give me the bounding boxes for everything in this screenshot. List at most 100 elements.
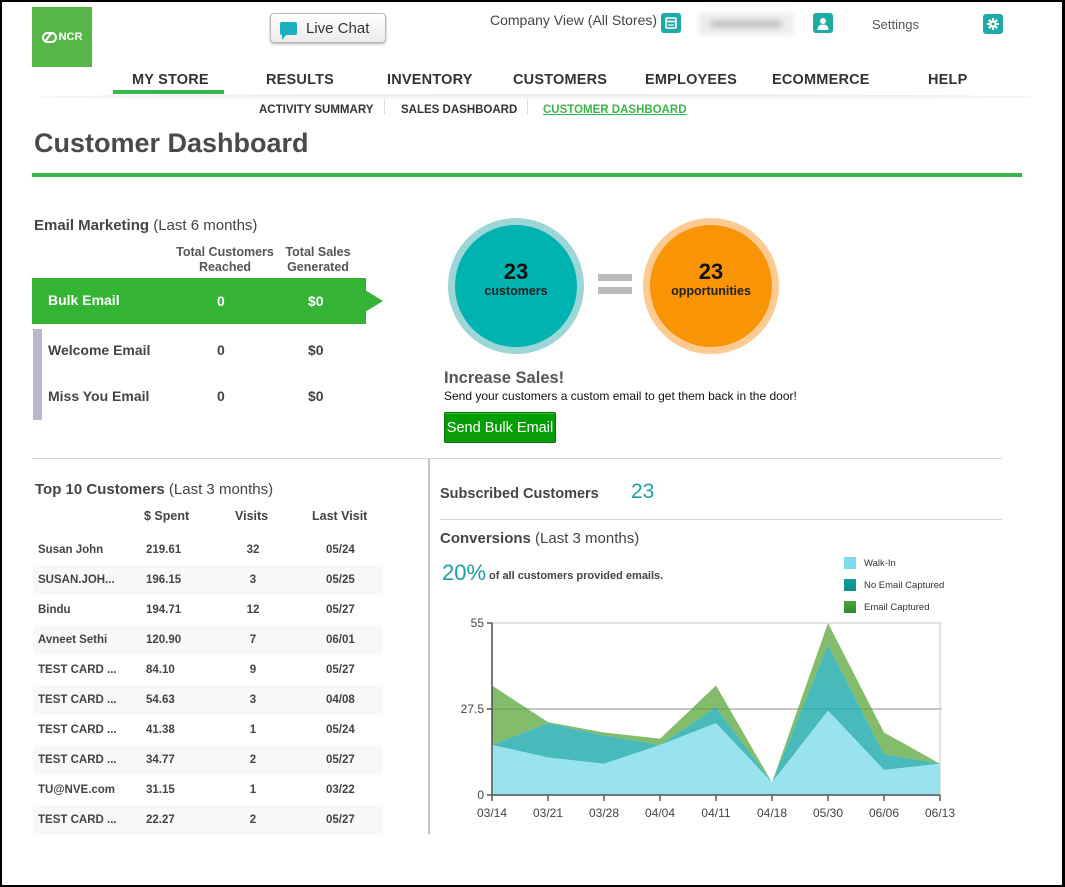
customer-name: TEST CARD ... — [38, 754, 117, 766]
table-row[interactable]: TEST CARD ... 54.63 3 04/08 — [33, 685, 383, 715]
customer-last-visit: 05/27 — [326, 664, 355, 676]
y-tick-label: 55 — [471, 616, 485, 630]
customer-last-visit: 03/22 — [326, 784, 355, 796]
x-tick-label: 06/06 — [869, 806, 899, 820]
user-icon[interactable] — [813, 13, 833, 33]
table-row[interactable]: TEST CARD ... 22.27 2 05/27 — [33, 805, 383, 835]
x-tick-label: 04/11 — [701, 806, 730, 820]
company-view-selector[interactable]: Company View (All Stores) — [490, 12, 657, 28]
customer-name: Avneet Sethi — [38, 634, 108, 646]
customers-count: 23 — [503, 259, 529, 284]
user-name-redacted[interactable] — [699, 13, 794, 35]
y-tick-label: 0 — [477, 788, 484, 802]
legend-item-no-email[interactable]: No Email Captured — [844, 579, 944, 591]
table-row[interactable]: TU@NVE.com 31.15 1 03/22 — [33, 775, 383, 805]
opportunities-circle: 23 opportunities — [643, 218, 779, 354]
col-header-reached: Total Customers Reached — [172, 245, 278, 275]
col-header-visits[interactable]: Visits — [235, 509, 268, 523]
nav-help[interactable]: HELP — [928, 72, 967, 88]
legend-label: No Email Captured — [864, 579, 945, 591]
col-header-reached-line1: Total Customers — [176, 245, 274, 259]
customer-last-visit: 05/27 — [326, 814, 355, 826]
nav-inventory[interactable]: INVENTORY — [387, 72, 473, 88]
nav-customers[interactable]: CUSTOMERS — [513, 72, 607, 88]
conversions-period: (Last 3 months) — [535, 530, 640, 547]
table-row[interactable]: TEST CARD ... 84.10 9 05/27 — [33, 655, 383, 685]
customer-last-visit: 06/01 — [326, 634, 355, 646]
equals-sign-top — [598, 274, 632, 281]
conversions-title: Conversions — [440, 530, 531, 547]
page-title: Customer Dashboard — [34, 128, 309, 158]
col-header-sales-line1: Total Sales — [285, 245, 351, 259]
subscribed-customers-count: 23 — [631, 480, 655, 503]
customer-spent: 196.15 — [146, 574, 182, 586]
email-percent-text: of all customers provided emails. — [489, 570, 664, 582]
customer-name: TU@NVE.com — [38, 784, 116, 796]
x-tick-label: 03/28 — [589, 806, 619, 820]
customer-last-visit: 05/24 — [326, 544, 355, 556]
increase-sales-text: Send your customers a custom email to ge… — [444, 389, 797, 403]
customer-spent: 41.38 — [146, 724, 175, 736]
nav-ecommerce[interactable]: ECOMMERCE — [772, 72, 870, 88]
nav-active-indicator — [113, 90, 224, 94]
selected-arrow-indicator — [365, 290, 383, 312]
customer-name: TEST CARD ... — [38, 664, 117, 676]
customer-last-visit: 05/27 — [326, 754, 355, 766]
store-icon[interactable] — [661, 13, 681, 33]
chat-bubble-icon — [280, 21, 297, 40]
subnav-activity-summary[interactable]: ACTIVITY SUMMARY — [259, 104, 373, 116]
legend-label: Walk-In — [864, 557, 896, 569]
table-row[interactable]: Bindu 194.71 12 05/27 — [33, 595, 383, 625]
equals-sign-bottom — [598, 287, 632, 294]
email-marketing-period: (Last 6 months) — [153, 217, 258, 234]
ncr-logo-icon — [41, 31, 57, 43]
legend-swatch — [844, 579, 856, 591]
customer-spent: 34.77 — [146, 754, 175, 766]
legend-item-walk-in[interactable]: Walk-In — [844, 557, 944, 569]
customer-spent: 120.90 — [146, 634, 182, 646]
col-header-spent[interactable]: $ Spent — [144, 509, 189, 523]
y-tick-label: 27.5 — [461, 702, 485, 716]
col-header-sales-line2: Generated — [287, 260, 349, 274]
x-tick-label: 03/14 — [477, 806, 507, 820]
table-row[interactable]: TEST CARD ... 41.38 1 05/24 — [33, 715, 383, 745]
col-header-reached-line2: Reached — [198, 260, 252, 274]
settings-link[interactable]: Settings — [872, 17, 919, 32]
x-tick-label: 04/04 — [645, 806, 675, 820]
table-row[interactable]: TEST CARD ... 34.77 2 05/27 — [33, 745, 383, 775]
email-row-sales: $0 — [308, 293, 324, 309]
conversions-chart: 0 27.5 55 03/14 03/21 03/28 04/04 04/11 04/18 05/… — [461, 616, 956, 820]
legend-swatch — [844, 557, 856, 569]
nav-my-store[interactable]: MY STORE — [132, 72, 209, 88]
x-tick-label: 05/30 — [813, 806, 843, 820]
email-row-sales: $0 — [308, 388, 324, 404]
email-row-name: Miss You Email — [48, 388, 150, 404]
customer-name: TEST CARD ... — [38, 814, 117, 826]
customer-name: Bindu — [38, 604, 71, 616]
live-chat-button[interactable]: Live Chat — [270, 13, 386, 43]
email-row-reached: 0 — [217, 342, 225, 358]
opportunities-label: opportunities — [671, 284, 751, 298]
subnav-customer-dashboard[interactable]: CUSTOMER DASHBOARD — [543, 104, 687, 116]
app-window: NCR Live Chat Company View (All Stores) … — [2, 2, 1062, 885]
customer-spent: 84.10 — [146, 664, 175, 676]
gear-icon[interactable] — [983, 14, 1003, 34]
table-row[interactable]: Susan John 219.61 32 05/24 — [33, 535, 383, 565]
subnav-sales-dashboard[interactable]: SALES DASHBOARD — [401, 104, 517, 116]
customer-spent: 194.71 — [146, 604, 182, 616]
customer-last-visit: 05/27 — [326, 604, 355, 616]
nav-employees[interactable]: EMPLOYEES — [645, 72, 737, 88]
col-header-last-visit[interactable]: Last Visit — [312, 509, 367, 523]
nav-results[interactable]: RESULTS — [266, 72, 334, 88]
email-row-reached: 0 — [217, 388, 225, 404]
send-bulk-email-button[interactable]: Send Bulk Email — [444, 412, 556, 443]
table-row[interactable]: SUSAN.JOH... 196.15 3 05/25 — [33, 565, 383, 595]
ncr-logo[interactable]: NCR — [32, 7, 92, 67]
chart-legend: Walk-In No Email Captured Email Captured — [844, 557, 944, 613]
customer-last-visit: 05/25 — [326, 574, 355, 586]
x-tick-label: 04/18 — [757, 806, 787, 820]
table-row[interactable]: Avneet Sethi 120.90 7 06/01 — [33, 625, 383, 655]
email-row-sales: $0 — [308, 342, 324, 358]
customer-spent: 22.27 — [146, 814, 175, 826]
email-row-reached: 0 — [217, 293, 225, 309]
